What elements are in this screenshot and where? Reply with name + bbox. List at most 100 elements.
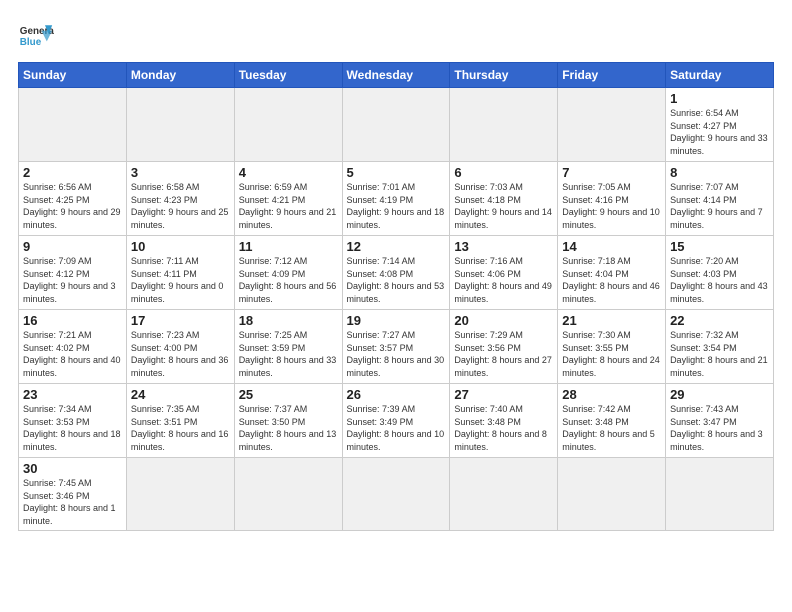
weekday-header-monday: Monday (126, 63, 234, 88)
calendar-cell: 17Sunrise: 7:23 AM Sunset: 4:00 PM Dayli… (126, 310, 234, 384)
calendar-cell: 10Sunrise: 7:11 AM Sunset: 4:11 PM Dayli… (126, 236, 234, 310)
day-number: 3 (131, 165, 230, 180)
week-row-1: 2Sunrise: 6:56 AM Sunset: 4:25 PM Daylig… (19, 162, 774, 236)
calendar-cell: 30Sunrise: 7:45 AM Sunset: 3:46 PM Dayli… (19, 458, 127, 531)
day-number: 25 (239, 387, 338, 402)
calendar-cell: 8Sunrise: 7:07 AM Sunset: 4:14 PM Daylig… (666, 162, 774, 236)
day-info: Sunrise: 7:18 AM Sunset: 4:04 PM Dayligh… (562, 255, 661, 305)
day-info: Sunrise: 7:23 AM Sunset: 4:00 PM Dayligh… (131, 329, 230, 379)
day-info: Sunrise: 7:09 AM Sunset: 4:12 PM Dayligh… (23, 255, 122, 305)
weekday-header-wednesday: Wednesday (342, 63, 450, 88)
calendar-cell (558, 458, 666, 531)
day-info: Sunrise: 7:39 AM Sunset: 3:49 PM Dayligh… (347, 403, 446, 453)
day-number: 11 (239, 239, 338, 254)
day-info: Sunrise: 7:11 AM Sunset: 4:11 PM Dayligh… (131, 255, 230, 305)
day-number: 12 (347, 239, 446, 254)
calendar-table: SundayMondayTuesdayWednesdayThursdayFrid… (18, 62, 774, 531)
calendar-cell: 9Sunrise: 7:09 AM Sunset: 4:12 PM Daylig… (19, 236, 127, 310)
week-row-2: 9Sunrise: 7:09 AM Sunset: 4:12 PM Daylig… (19, 236, 774, 310)
calendar-cell: 7Sunrise: 7:05 AM Sunset: 4:16 PM Daylig… (558, 162, 666, 236)
calendar-cell: 14Sunrise: 7:18 AM Sunset: 4:04 PM Dayli… (558, 236, 666, 310)
day-info: Sunrise: 7:01 AM Sunset: 4:19 PM Dayligh… (347, 181, 446, 231)
day-number: 5 (347, 165, 446, 180)
day-info: Sunrise: 7:42 AM Sunset: 3:48 PM Dayligh… (562, 403, 661, 453)
calendar-cell (558, 88, 666, 162)
day-number: 18 (239, 313, 338, 328)
calendar-cell: 24Sunrise: 7:35 AM Sunset: 3:51 PM Dayli… (126, 384, 234, 458)
calendar-cell: 20Sunrise: 7:29 AM Sunset: 3:56 PM Dayli… (450, 310, 558, 384)
calendar-cell: 5Sunrise: 7:01 AM Sunset: 4:19 PM Daylig… (342, 162, 450, 236)
logo: General Blue (18, 18, 54, 54)
week-row-4: 23Sunrise: 7:34 AM Sunset: 3:53 PM Dayli… (19, 384, 774, 458)
day-number: 22 (670, 313, 769, 328)
calendar-cell (19, 88, 127, 162)
day-info: Sunrise: 7:35 AM Sunset: 3:51 PM Dayligh… (131, 403, 230, 453)
day-number: 29 (670, 387, 769, 402)
calendar-cell (234, 88, 342, 162)
day-info: Sunrise: 7:27 AM Sunset: 3:57 PM Dayligh… (347, 329, 446, 379)
weekday-header-row: SundayMondayTuesdayWednesdayThursdayFrid… (19, 63, 774, 88)
day-number: 20 (454, 313, 553, 328)
day-info: Sunrise: 7:40 AM Sunset: 3:48 PM Dayligh… (454, 403, 553, 453)
weekday-header-sunday: Sunday (19, 63, 127, 88)
calendar-cell (342, 88, 450, 162)
day-info: Sunrise: 7:16 AM Sunset: 4:06 PM Dayligh… (454, 255, 553, 305)
day-number: 23 (23, 387, 122, 402)
calendar-cell: 21Sunrise: 7:30 AM Sunset: 3:55 PM Dayli… (558, 310, 666, 384)
day-info: Sunrise: 7:05 AM Sunset: 4:16 PM Dayligh… (562, 181, 661, 231)
weekday-header-saturday: Saturday (666, 63, 774, 88)
day-info: Sunrise: 7:21 AM Sunset: 4:02 PM Dayligh… (23, 329, 122, 379)
weekday-header-thursday: Thursday (450, 63, 558, 88)
calendar-cell (234, 458, 342, 531)
day-info: Sunrise: 7:30 AM Sunset: 3:55 PM Dayligh… (562, 329, 661, 379)
calendar-cell (126, 458, 234, 531)
calendar-cell: 6Sunrise: 7:03 AM Sunset: 4:18 PM Daylig… (450, 162, 558, 236)
page: General Blue SundayMondayTuesdayWednesda… (0, 0, 792, 541)
calendar-cell: 22Sunrise: 7:32 AM Sunset: 3:54 PM Dayli… (666, 310, 774, 384)
day-info: Sunrise: 7:03 AM Sunset: 4:18 PM Dayligh… (454, 181, 553, 231)
day-info: Sunrise: 6:54 AM Sunset: 4:27 PM Dayligh… (670, 107, 769, 157)
calendar-cell: 3Sunrise: 6:58 AM Sunset: 4:23 PM Daylig… (126, 162, 234, 236)
day-info: Sunrise: 7:07 AM Sunset: 4:14 PM Dayligh… (670, 181, 769, 231)
calendar-cell (126, 88, 234, 162)
day-info: Sunrise: 7:43 AM Sunset: 3:47 PM Dayligh… (670, 403, 769, 453)
day-number: 4 (239, 165, 338, 180)
calendar-cell: 25Sunrise: 7:37 AM Sunset: 3:50 PM Dayli… (234, 384, 342, 458)
header: General Blue (18, 18, 774, 54)
day-number: 17 (131, 313, 230, 328)
day-number: 15 (670, 239, 769, 254)
svg-text:Blue: Blue (20, 37, 42, 48)
calendar-cell: 15Sunrise: 7:20 AM Sunset: 4:03 PM Dayli… (666, 236, 774, 310)
calendar-cell: 16Sunrise: 7:21 AM Sunset: 4:02 PM Dayli… (19, 310, 127, 384)
calendar-cell: 26Sunrise: 7:39 AM Sunset: 3:49 PM Dayli… (342, 384, 450, 458)
week-row-5: 30Sunrise: 7:45 AM Sunset: 3:46 PM Dayli… (19, 458, 774, 531)
day-info: Sunrise: 7:25 AM Sunset: 3:59 PM Dayligh… (239, 329, 338, 379)
calendar-cell: 4Sunrise: 6:59 AM Sunset: 4:21 PM Daylig… (234, 162, 342, 236)
day-info: Sunrise: 7:14 AM Sunset: 4:08 PM Dayligh… (347, 255, 446, 305)
day-number: 13 (454, 239, 553, 254)
day-info: Sunrise: 7:32 AM Sunset: 3:54 PM Dayligh… (670, 329, 769, 379)
day-info: Sunrise: 7:12 AM Sunset: 4:09 PM Dayligh… (239, 255, 338, 305)
day-number: 10 (131, 239, 230, 254)
calendar-cell: 1Sunrise: 6:54 AM Sunset: 4:27 PM Daylig… (666, 88, 774, 162)
day-info: Sunrise: 6:56 AM Sunset: 4:25 PM Dayligh… (23, 181, 122, 231)
calendar-cell: 28Sunrise: 7:42 AM Sunset: 3:48 PM Dayli… (558, 384, 666, 458)
day-number: 9 (23, 239, 122, 254)
weekday-header-friday: Friday (558, 63, 666, 88)
day-info: Sunrise: 7:37 AM Sunset: 3:50 PM Dayligh… (239, 403, 338, 453)
calendar-cell (450, 88, 558, 162)
day-number: 21 (562, 313, 661, 328)
week-row-3: 16Sunrise: 7:21 AM Sunset: 4:02 PM Dayli… (19, 310, 774, 384)
calendar-cell (666, 458, 774, 531)
week-row-0: 1Sunrise: 6:54 AM Sunset: 4:27 PM Daylig… (19, 88, 774, 162)
day-number: 8 (670, 165, 769, 180)
calendar-cell: 12Sunrise: 7:14 AM Sunset: 4:08 PM Dayli… (342, 236, 450, 310)
calendar-cell: 19Sunrise: 7:27 AM Sunset: 3:57 PM Dayli… (342, 310, 450, 384)
calendar-cell (450, 458, 558, 531)
day-number: 19 (347, 313, 446, 328)
calendar-cell: 11Sunrise: 7:12 AM Sunset: 4:09 PM Dayli… (234, 236, 342, 310)
calendar-cell: 27Sunrise: 7:40 AM Sunset: 3:48 PM Dayli… (450, 384, 558, 458)
calendar-cell: 2Sunrise: 6:56 AM Sunset: 4:25 PM Daylig… (19, 162, 127, 236)
day-number: 26 (347, 387, 446, 402)
day-number: 2 (23, 165, 122, 180)
